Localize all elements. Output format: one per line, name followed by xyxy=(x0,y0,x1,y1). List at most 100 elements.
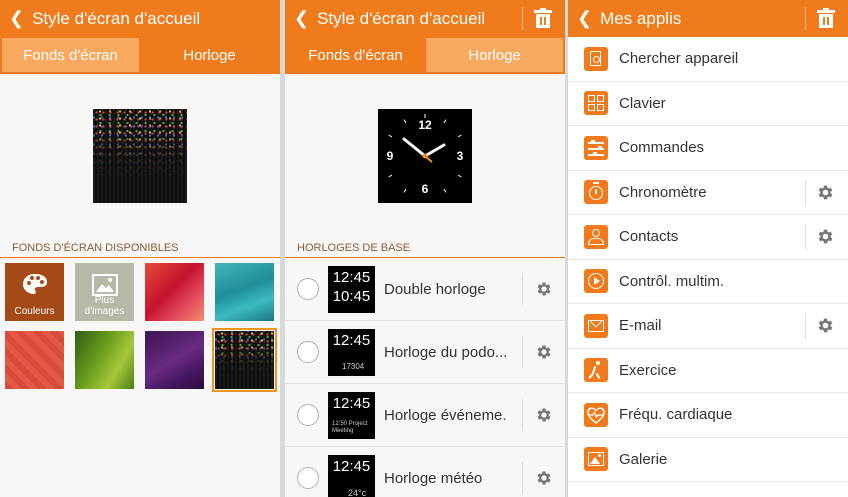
wallpaper-preview xyxy=(93,109,187,203)
header: ❮ Style d'écran d'accueil xyxy=(285,0,565,37)
thumb-extra: 17304 xyxy=(342,361,365,371)
wallpaper-pattern-selected[interactable] xyxy=(212,328,277,392)
palette-icon xyxy=(23,274,47,294)
clock-thumbnail: 12:45 12:50 Project Meeting xyxy=(328,391,375,439)
tab-wallpapers[interactable]: Fonds d'écran xyxy=(2,38,139,72)
thumb-time-secondary: 10:45 xyxy=(332,287,371,305)
email-icon xyxy=(584,313,608,338)
app-row-media-control[interactable]: Contrôl. multim. xyxy=(568,260,848,304)
page-title: Style d'écran d'accueil xyxy=(317,8,486,28)
divider xyxy=(805,7,806,30)
divider xyxy=(522,462,523,494)
gallery-icon xyxy=(584,447,608,472)
my-apps-panel: ❮ Mes applis Chercher appareil Clavier C… xyxy=(568,0,848,497)
radio-button[interactable] xyxy=(297,341,319,363)
play-icon xyxy=(584,269,608,294)
wallpaper-preview-area xyxy=(0,74,280,238)
clock-label: Double horloge xyxy=(384,280,486,298)
app-label: Chronomètre xyxy=(619,183,707,201)
clock-row-event[interactable]: 12:45 12:50 Project Meeting Horloge évén… xyxy=(285,384,565,447)
divider xyxy=(805,224,806,250)
page-title: Style d'écran d'accueil xyxy=(32,8,201,28)
divider xyxy=(522,399,523,431)
thumb-time: 12:45 xyxy=(332,457,371,475)
app-label: Commandes xyxy=(619,139,705,157)
trash-icon[interactable] xyxy=(534,8,552,28)
app-label: Chercher appareil xyxy=(619,50,739,68)
sliders-icon xyxy=(584,135,608,160)
clock-preview-area: 12 3 6 9 xyxy=(285,74,565,238)
section-title: HORLOGES DE BASE xyxy=(285,239,565,258)
clock-label: Horloge événeme... xyxy=(384,406,506,424)
app-row-gallery[interactable]: Galerie xyxy=(568,438,848,482)
wallpaper-chevron[interactable] xyxy=(5,331,64,389)
back-chevron-icon[interactable]: ❮ xyxy=(568,0,600,37)
app-row-email[interactable]: E-mail xyxy=(568,304,848,349)
page-title: Mes applis xyxy=(600,8,682,28)
wallpaper-teal[interactable] xyxy=(215,263,274,321)
clock-label: Horloge météo xyxy=(384,469,483,487)
app-row-find-device[interactable]: Chercher appareil xyxy=(568,37,848,82)
divider xyxy=(522,7,523,30)
gear-icon[interactable] xyxy=(535,343,553,361)
app-label: Contrôl. multim. xyxy=(619,272,725,290)
radio-button[interactable] xyxy=(297,278,319,300)
clock-number-12: 12 xyxy=(418,118,432,132)
tab-bar: Fonds d'écran Horloge xyxy=(285,37,565,74)
divider xyxy=(805,179,806,206)
wallpaper-label: Plus d'images xyxy=(84,295,125,317)
gear-icon[interactable] xyxy=(535,280,553,298)
clock-preview: 12 3 6 9 xyxy=(378,109,472,203)
back-chevron-icon[interactable]: ❮ xyxy=(0,0,32,37)
gear-icon[interactable] xyxy=(816,227,835,246)
tab-wallpapers[interactable]: Fonds d'écran xyxy=(287,38,424,72)
tab-clock[interactable]: Horloge xyxy=(426,38,563,72)
gear-icon[interactable] xyxy=(816,183,835,202)
thumb-time: 12:45 xyxy=(332,268,371,286)
wallpaper-panel: ❮ Style d'écran d'accueil Fonds d'écran … xyxy=(0,0,280,497)
app-row-stopwatch[interactable]: Chronomètre xyxy=(568,171,848,215)
runner-icon xyxy=(584,358,608,383)
section-title: FONDS D'ÉCRAN DISPONIBLES xyxy=(0,239,280,258)
clock-panel: ❮ Style d'écran d'accueil Fonds d'écran … xyxy=(285,0,565,497)
gear-icon[interactable] xyxy=(535,469,553,487)
stopwatch-icon xyxy=(584,180,608,205)
app-row-contacts[interactable]: Contacts xyxy=(568,215,848,260)
clock-number-3: 3 xyxy=(457,149,464,163)
clock-thumbnail: 12:45 10:45 xyxy=(328,265,375,313)
radio-button[interactable] xyxy=(297,467,319,489)
tab-bar: Fonds d'écran Horloge xyxy=(0,37,280,74)
app-label: Fréqu. cardiaque xyxy=(619,406,733,424)
tab-clock[interactable]: Horloge xyxy=(141,38,278,72)
wallpaper-red[interactable] xyxy=(145,263,204,321)
contact-icon xyxy=(584,224,608,249)
clock-number-6: 6 xyxy=(422,182,429,196)
back-chevron-icon[interactable]: ❮ xyxy=(285,0,317,37)
clock-list: 12:45 10:45 Double horloge 12:45 17304 H… xyxy=(285,258,565,497)
heart-rate-icon xyxy=(584,402,608,427)
wallpaper-purple[interactable] xyxy=(145,331,204,389)
divider xyxy=(522,273,523,305)
gear-icon[interactable] xyxy=(535,406,553,424)
app-label: Galerie xyxy=(619,450,668,468)
wallpaper-colors[interactable]: Couleurs xyxy=(5,263,64,321)
thumb-extra: 12:50 Project Meeting xyxy=(332,420,368,434)
wallpaper-green[interactable] xyxy=(75,331,134,389)
app-row-controls[interactable]: Commandes xyxy=(568,126,848,171)
trash-icon[interactable] xyxy=(817,8,835,28)
wallpaper-more-images[interactable]: Plus d'images xyxy=(75,263,134,321)
app-row-exercise[interactable]: Exercice xyxy=(568,349,848,393)
gear-icon[interactable] xyxy=(816,316,835,335)
radio-button[interactable] xyxy=(297,404,319,426)
clock-row-pedometer[interactable]: 12:45 17304 Horloge du podo... xyxy=(285,321,565,384)
clock-row-dual[interactable]: 12:45 10:45 Double horloge xyxy=(285,258,565,321)
clock-row-weather[interactable]: 12:45 24°c Horloge météo xyxy=(285,447,565,497)
clock-thumbnail: 12:45 24°c xyxy=(328,454,375,497)
hour-hand xyxy=(423,143,446,158)
dot-pattern xyxy=(93,109,187,203)
clock-thumbnail: 12:45 17304 xyxy=(328,328,375,376)
app-row-keyboard[interactable]: Clavier xyxy=(568,82,848,126)
app-label: E-mail xyxy=(619,317,662,335)
dot-pattern xyxy=(215,331,274,389)
app-row-heart-rate[interactable]: Fréqu. cardiaque xyxy=(568,393,848,438)
